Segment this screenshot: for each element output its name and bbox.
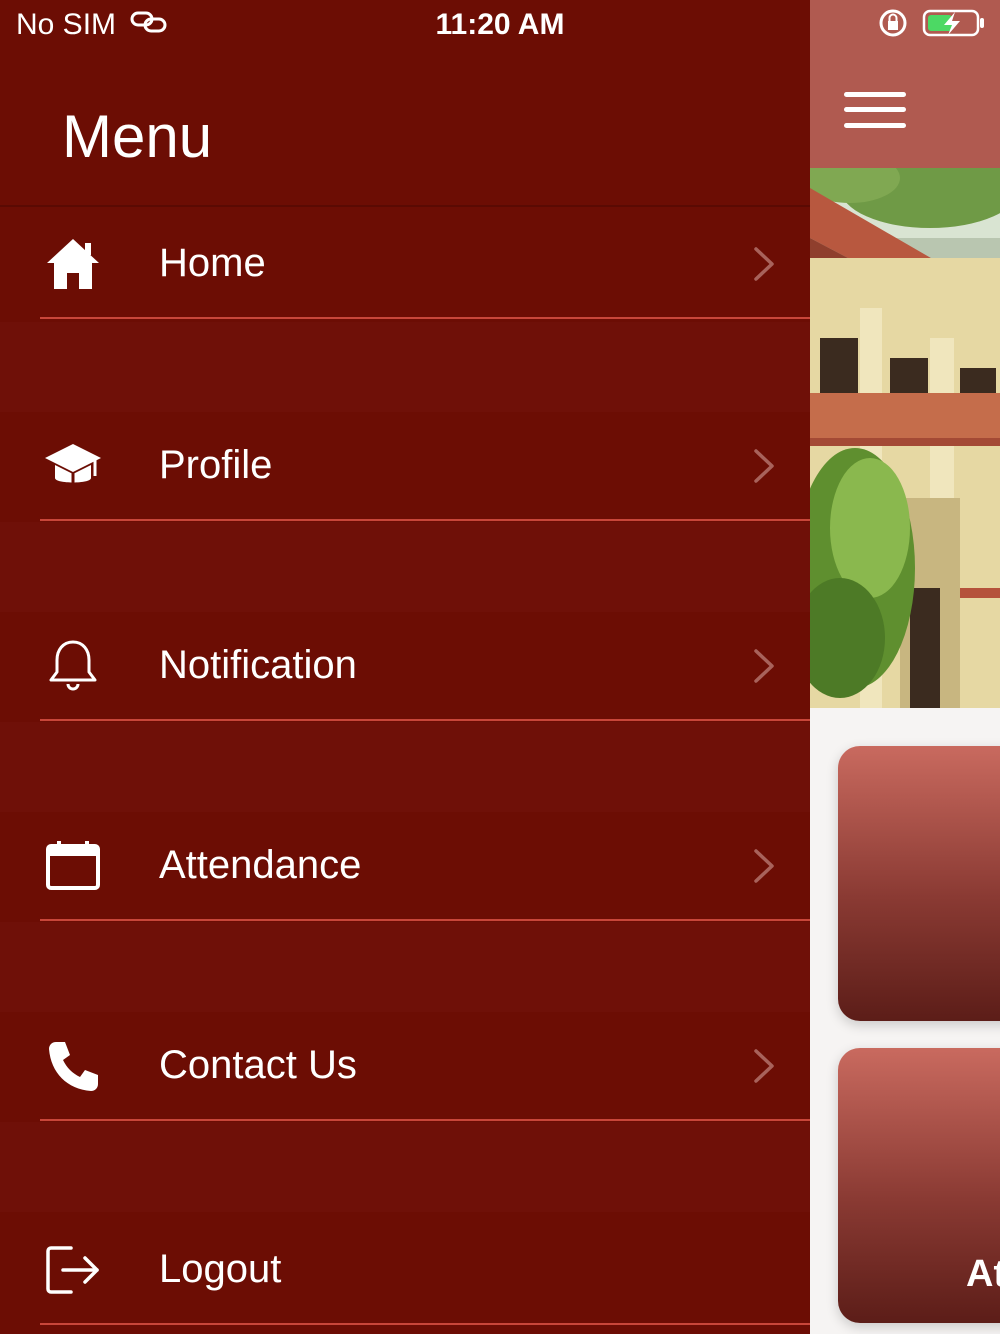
chevron-right-icon [748, 1046, 778, 1086]
menu-item-label: Attendance [159, 843, 362, 887]
menu-item-label: Notification [159, 643, 357, 687]
menu-item-label: Logout [159, 1247, 282, 1291]
logout-icon [42, 1241, 104, 1299]
phone-icon [42, 1037, 104, 1095]
app-content: At [810, 0, 1000, 1334]
menu-item-home[interactable]: Home [0, 209, 810, 319]
status-time: 11:20 AM [435, 8, 565, 41]
divider [40, 719, 810, 721]
divider [40, 519, 810, 521]
chevron-right-icon [748, 446, 778, 486]
menu-item-label: Profile [159, 443, 273, 487]
menu-item-notification[interactable]: Notification [0, 611, 810, 721]
chevron-right-icon [748, 846, 778, 886]
card-label: At [966, 1253, 1000, 1295]
college-banner-image [810, 168, 1000, 708]
divider [40, 1119, 810, 1121]
divider [40, 1323, 810, 1325]
divider [40, 317, 810, 319]
menu-item-profile[interactable]: Profile [0, 411, 810, 521]
dashboard-card[interactable] [838, 746, 1000, 1021]
status-bar: No SIM 11:20 AM [0, 0, 1000, 52]
dashboard-card[interactable]: At [838, 1048, 1000, 1323]
menu-item-attendance[interactable]: Attendance [0, 811, 810, 921]
menu-item-logout[interactable]: Logout [0, 1215, 810, 1325]
calendar-icon [42, 837, 104, 895]
menu-item-label: Contact Us [159, 1043, 357, 1087]
chevron-right-icon [748, 244, 778, 284]
home-icon [42, 235, 104, 293]
battery-charging-icon [922, 8, 986, 43]
drawer-title: Menu [62, 103, 213, 170]
divider [40, 919, 810, 921]
menu-item-label: Home [159, 241, 266, 285]
divider [0, 205, 810, 207]
hamburger-icon[interactable] [844, 92, 908, 132]
bell-icon [42, 637, 104, 695]
side-menu-drawer: Menu Home Profile Notification Attendanc… [0, 0, 810, 1334]
menu-item-contact-us[interactable]: Contact Us [0, 1011, 810, 1121]
graduation-cap-icon [42, 437, 104, 495]
chevron-right-icon [748, 646, 778, 686]
rotation-lock-icon [878, 8, 908, 43]
